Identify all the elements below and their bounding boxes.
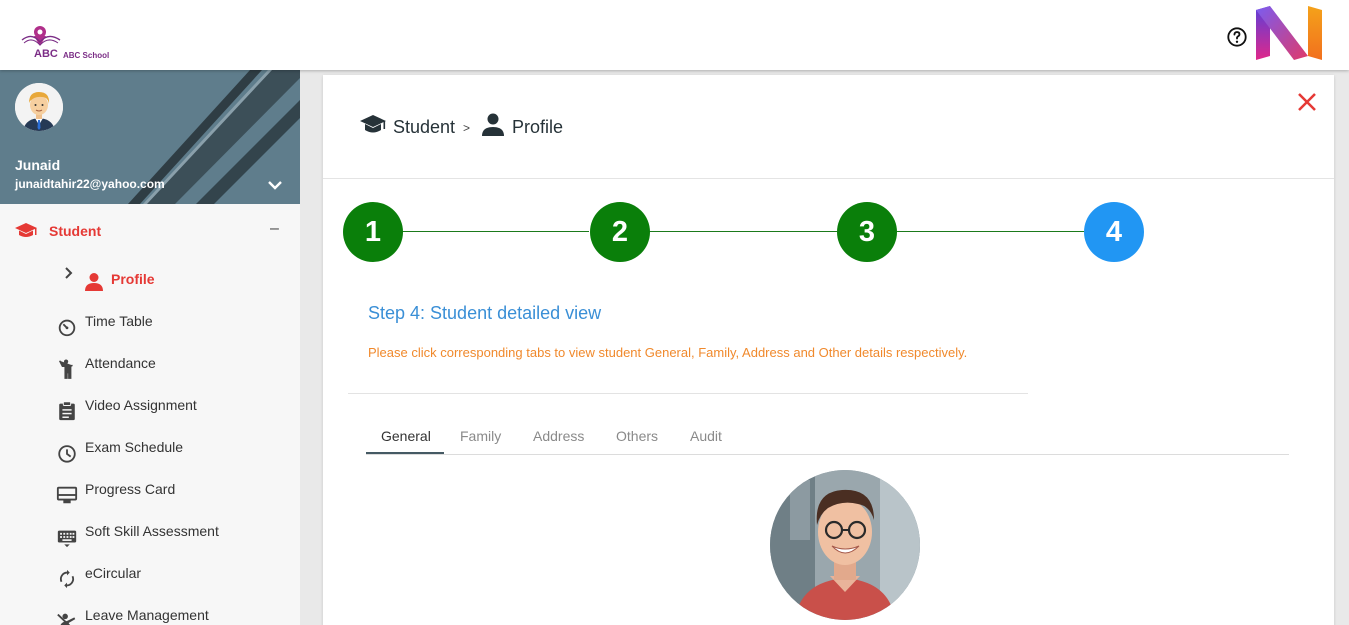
student-photo bbox=[770, 470, 920, 620]
sidebar-section-student[interactable]: Student – bbox=[0, 210, 300, 250]
step-4[interactable]: 4 bbox=[1084, 202, 1144, 262]
logo-abc-text: ABC bbox=[34, 48, 58, 60]
leave-icon bbox=[57, 613, 76, 625]
sidebar-section-label: Student bbox=[49, 223, 102, 239]
sidebar-item-label: Leave Management bbox=[85, 607, 209, 623]
close-icon[interactable] bbox=[1295, 90, 1319, 114]
graduation-cap-icon bbox=[360, 115, 386, 133]
help-circle-icon[interactable] bbox=[1226, 26, 1248, 48]
chevron-right-icon bbox=[64, 266, 74, 283]
stepper-connector bbox=[897, 231, 1084, 232]
section-divider bbox=[348, 393, 1028, 394]
chevron-down-icon[interactable] bbox=[266, 178, 284, 192]
user-avatar-icon bbox=[15, 83, 63, 131]
sidebar-item-label: Profile bbox=[111, 271, 155, 287]
step-3[interactable]: 3 bbox=[837, 202, 897, 262]
avatar[interactable] bbox=[15, 83, 63, 131]
abc-school-logo[interactable]: ABC ABC School bbox=[20, 22, 120, 66]
tab-general[interactable]: General bbox=[381, 428, 431, 444]
user-email: junaidtahir22@yahoo.com bbox=[15, 177, 165, 191]
collapse-toggle[interactable]: – bbox=[270, 220, 279, 238]
tab-family[interactable]: Family bbox=[460, 428, 501, 444]
sidebar-item-profile[interactable]: Profile bbox=[0, 266, 300, 296]
step-title: Step 4: Student detailed view bbox=[368, 303, 602, 323]
sidebar-item-video-assignment[interactable]: Video Assignment bbox=[0, 394, 300, 426]
step-2[interactable]: 2 bbox=[590, 202, 650, 262]
sidebar-item-label: Time Table bbox=[85, 313, 153, 329]
sidebar: Junaid junaidtahir22@yahoo.com Student –… bbox=[0, 70, 300, 625]
sidebar-item-label: Progress Card bbox=[85, 481, 176, 497]
timer-icon bbox=[58, 319, 76, 337]
person-icon bbox=[85, 273, 103, 291]
step-1[interactable]: 1 bbox=[343, 202, 403, 262]
tab-address[interactable]: Address bbox=[533, 428, 584, 444]
logo-school-text: ABC School bbox=[63, 51, 110, 60]
breadcrumb-separator: > bbox=[463, 121, 471, 135]
sidebar-item-leave-management[interactable]: Leave Management bbox=[0, 604, 300, 625]
sync-icon bbox=[60, 569, 74, 589]
sidebar-item-exam-schedule[interactable]: Exam Schedule bbox=[0, 436, 300, 468]
sidebar-item-attendance[interactable]: Attendance bbox=[0, 352, 300, 384]
sidebar-item-label: eCircular bbox=[85, 565, 142, 581]
top-bar: ABC ABC School bbox=[0, 0, 1349, 70]
breadcrumb-student-link[interactable]: Student bbox=[393, 117, 455, 138]
user-card: Junaid junaidtahir22@yahoo.com bbox=[0, 70, 300, 204]
active-tab-indicator bbox=[366, 452, 444, 454]
sidebar-item-time-table[interactable]: Time Table bbox=[0, 310, 300, 342]
sidebar-item-ecircular[interactable]: eCircular bbox=[0, 562, 300, 594]
stepper-connector bbox=[402, 231, 589, 232]
tab-others[interactable]: Others bbox=[616, 428, 658, 444]
breadcrumb-current-page: Profile bbox=[512, 117, 564, 137]
sidebar-item-label: Exam Schedule bbox=[85, 439, 184, 455]
header-divider bbox=[323, 178, 1334, 179]
person-icon bbox=[482, 113, 504, 136]
sidebar-item-label: Soft Skill Assessment bbox=[85, 523, 219, 539]
person-raised-hand-icon bbox=[59, 359, 73, 379]
detail-tabs: General Family Address Others Audit bbox=[366, 423, 1289, 455]
step-description: Please click corresponding tabs to view … bbox=[368, 345, 968, 360]
sidebar-item-label: Attendance bbox=[85, 355, 156, 371]
sidebar-item-soft-skill-assessment[interactable]: Soft Skill Assessment bbox=[0, 520, 300, 552]
n-brand-logo[interactable] bbox=[1256, 6, 1322, 60]
card-icon bbox=[56, 486, 78, 504]
clock-icon bbox=[58, 445, 76, 463]
student-photo-image bbox=[770, 470, 920, 620]
graduation-cap-icon bbox=[15, 223, 37, 237]
user-name: Junaid bbox=[15, 157, 61, 173]
sidebar-item-progress-card[interactable]: Progress Card bbox=[0, 478, 300, 510]
clipboard-icon bbox=[59, 401, 75, 421]
sidebar-item-label: Video Assignment bbox=[85, 397, 197, 413]
tab-audit[interactable]: Audit bbox=[690, 428, 722, 444]
profile-card: Student > Profile 1 2 3 4 Step 4: Studen… bbox=[323, 75, 1334, 625]
keyboard-icon bbox=[57, 530, 77, 548]
stepper-connector bbox=[649, 231, 837, 232]
